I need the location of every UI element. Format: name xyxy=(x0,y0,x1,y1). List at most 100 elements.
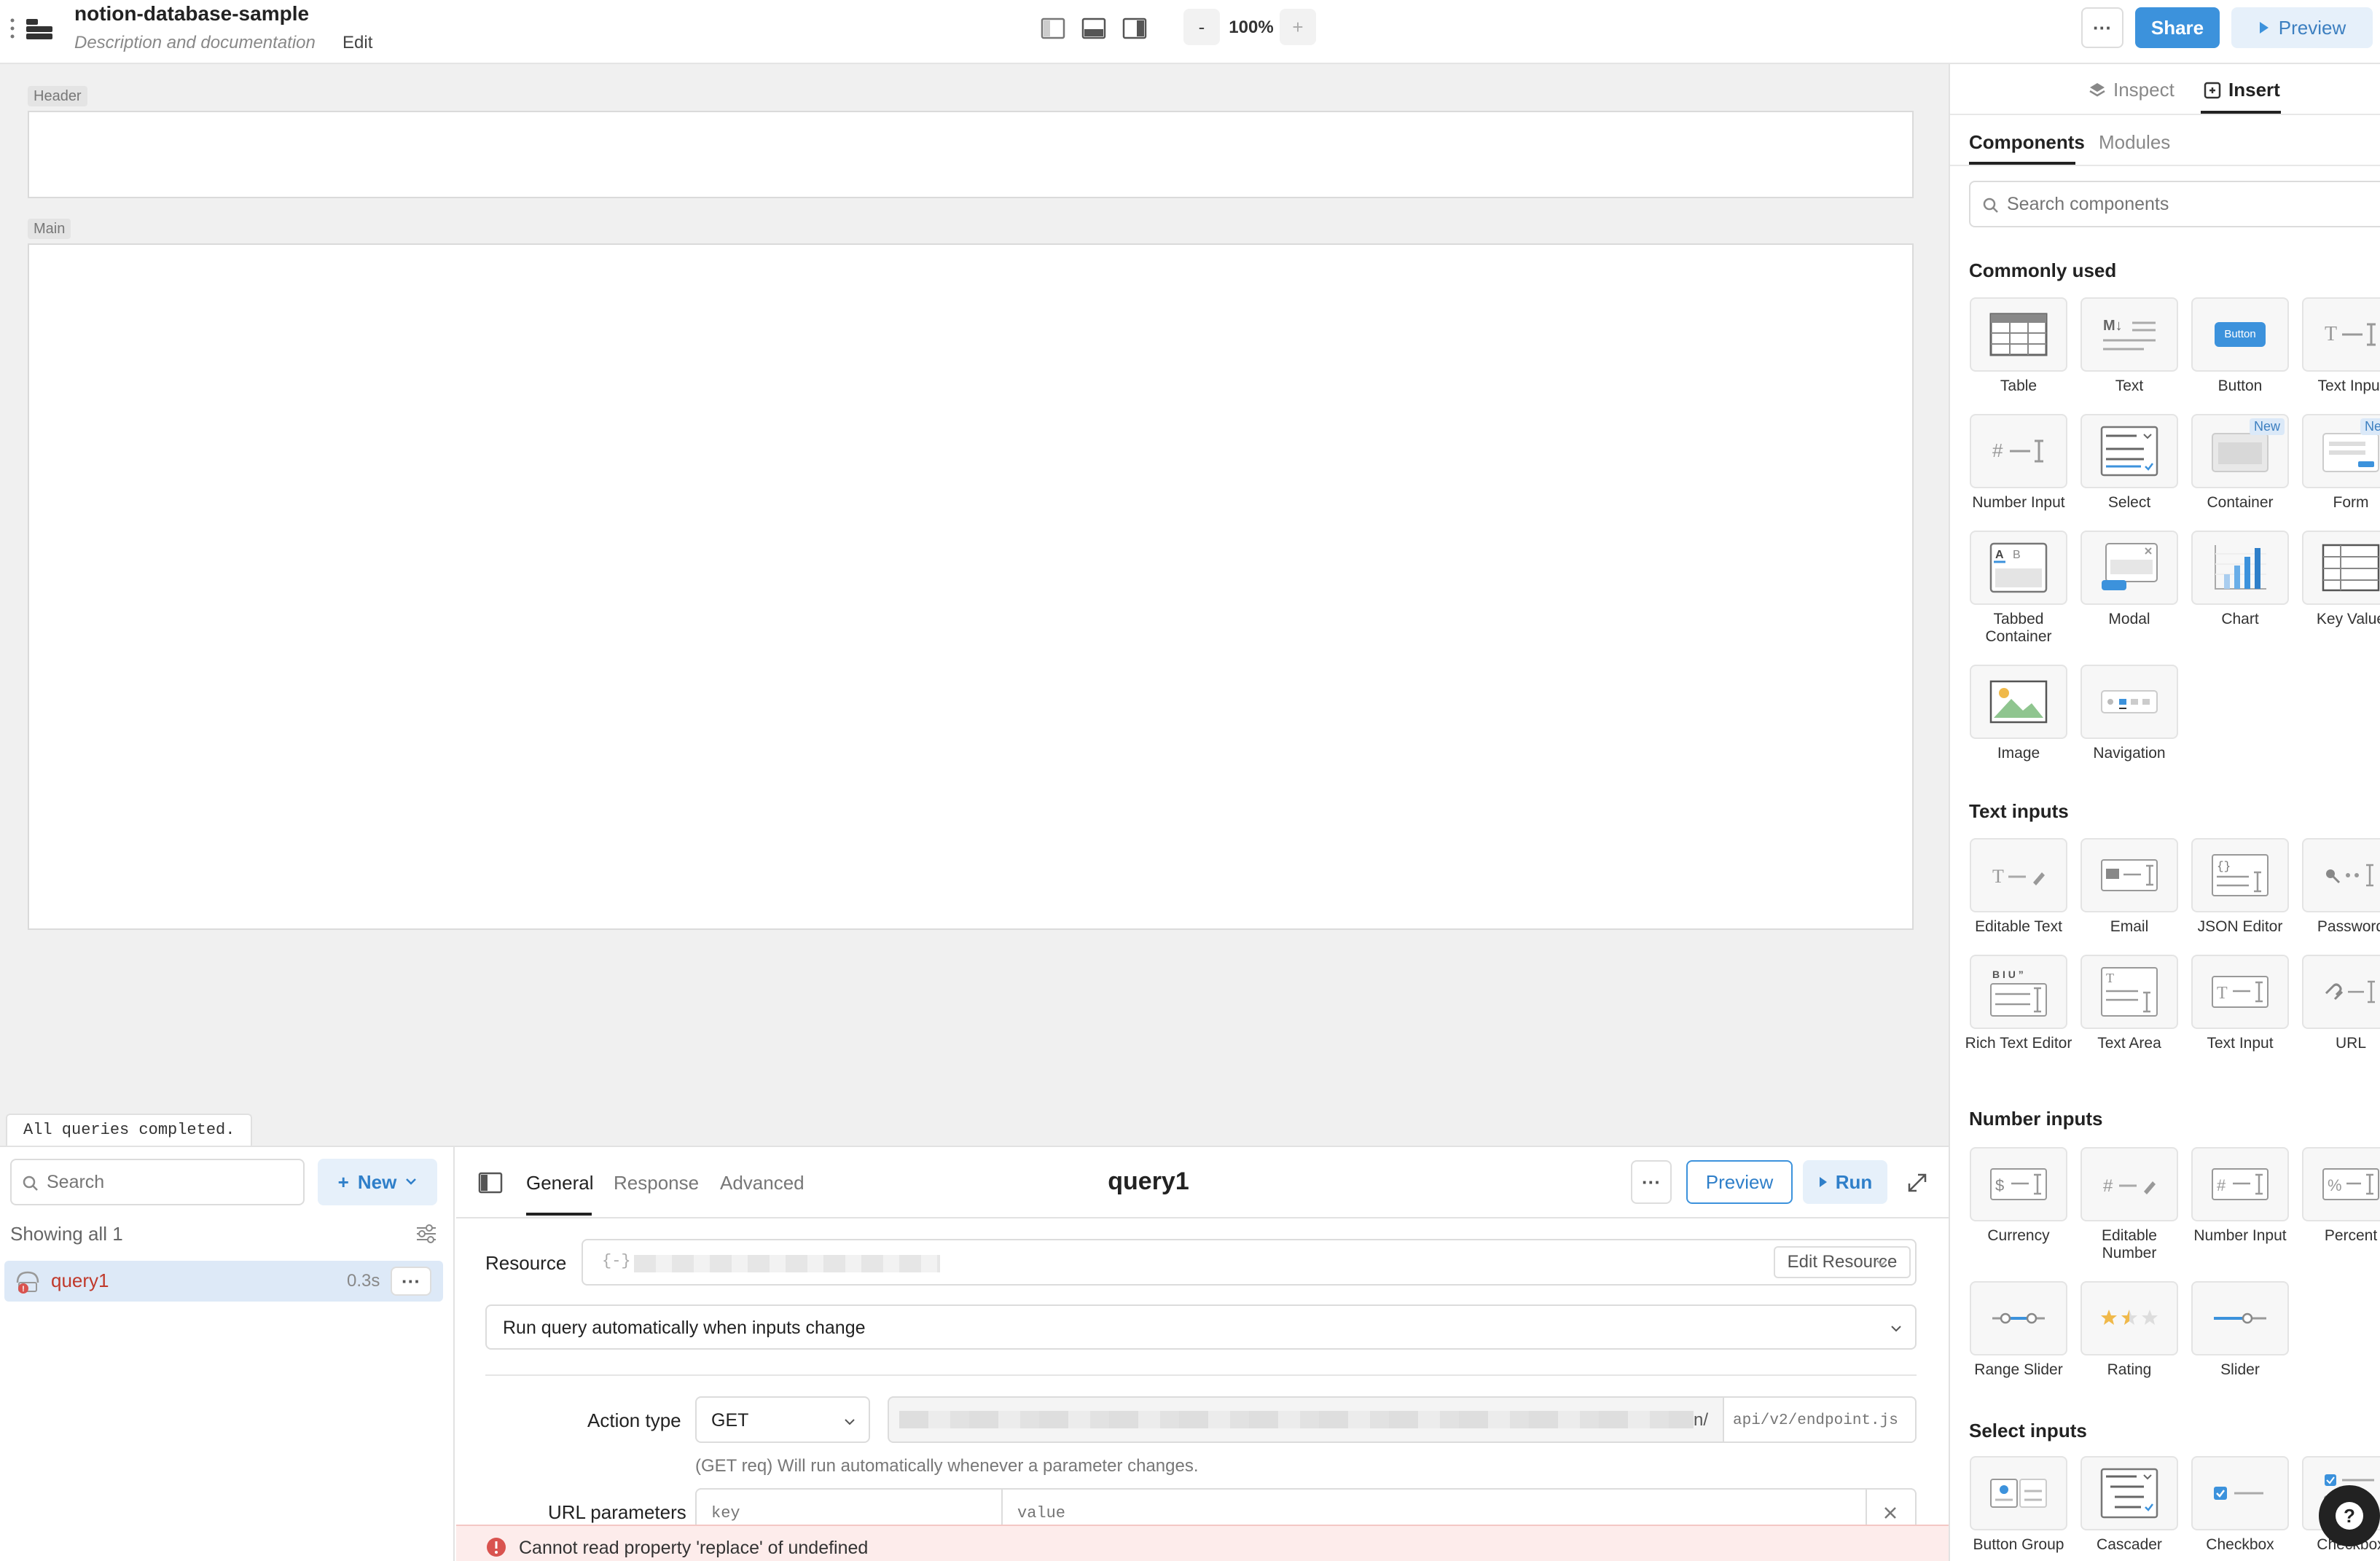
component-password[interactable]: Password xyxy=(2295,838,2380,936)
expand-icon[interactable] xyxy=(1906,1172,1928,1194)
preview-app-button[interactable]: Preview xyxy=(2231,7,2373,48)
tab-general[interactable]: General xyxy=(526,1172,594,1194)
component-button-group-label: Button Group xyxy=(1973,1536,2064,1553)
component-text-input[interactable]: T Text Input xyxy=(2295,297,2380,395)
edit-description-link[interactable]: Edit xyxy=(342,31,372,55)
svg-text:A: A xyxy=(1995,549,2004,561)
component-modal[interactable]: Modal xyxy=(2074,531,2185,628)
app-title[interactable]: notion-database-sample xyxy=(74,1,309,26)
component-tabbed-container[interactable]: AB Tabbed Container xyxy=(1963,531,2074,646)
component-key-value[interactable]: Key Value xyxy=(2295,531,2380,628)
http-method-value: GET xyxy=(711,1410,749,1431)
new-query-button[interactable]: + New xyxy=(318,1159,437,1205)
component-slider[interactable]: Slider xyxy=(2185,1281,2295,1379)
new-query-label: New xyxy=(357,1170,397,1193)
close-icon[interactable] xyxy=(1883,1506,1898,1520)
zoom-in-button[interactable]: + xyxy=(1280,9,1316,45)
base-url-field: n/ xyxy=(888,1396,1917,1443)
query-search-box[interactable] xyxy=(10,1159,305,1205)
share-button[interactable]: Share xyxy=(2135,7,2220,48)
query-preview-button[interactable]: Preview xyxy=(1686,1160,1793,1204)
component-range-slider[interactable]: Range Slider xyxy=(1963,1281,2074,1379)
tab-response[interactable]: Response xyxy=(614,1172,699,1194)
component-button-group[interactable]: Button Group xyxy=(1963,1456,2074,1554)
url-param-key-input[interactable] xyxy=(711,1503,988,1523)
component-rich-text-editor-label: Rich Text Editor xyxy=(1965,1035,2072,1052)
component-email[interactable]: Email xyxy=(2074,838,2185,936)
endpoint-path-field[interactable] xyxy=(1723,1398,1915,1441)
zoom-level: 100% xyxy=(1229,17,1274,37)
app-logo-icon[interactable] xyxy=(25,15,54,44)
drag-handle-icon[interactable] xyxy=(9,17,16,39)
component-image[interactable]: Image xyxy=(1963,665,2074,762)
more-options-button[interactable]: ··· xyxy=(2081,7,2123,48)
component-editable-text[interactable]: T Editable Text xyxy=(1963,838,2074,936)
component-json-editor[interactable]: {} JSON Editor xyxy=(2185,838,2295,936)
query-editor: General Response Advanced query1 ··· Pre… xyxy=(456,1147,1949,1561)
main-frame[interactable] xyxy=(28,243,1914,930)
component-text-input-2[interactable]: T Text Input xyxy=(2185,955,2295,1052)
toggle-bottom-panel-icon[interactable] xyxy=(1081,17,1106,39)
component-number-input[interactable]: # Number Input xyxy=(1963,414,2074,512)
component-cascader[interactable]: Cascader xyxy=(2074,1456,2185,1554)
currency-icon: $ xyxy=(1990,1168,2047,1200)
bar-chart-icon xyxy=(2215,545,2266,590)
tab-advanced[interactable]: Advanced xyxy=(720,1172,805,1194)
component-form[interactable]: New Form xyxy=(2295,414,2380,512)
password-icon xyxy=(2326,864,2373,887)
http-method-select[interactable]: GET xyxy=(695,1396,870,1443)
url-param-value-input[interactable] xyxy=(1017,1503,1819,1523)
component-container[interactable]: New Container xyxy=(2185,414,2295,512)
component-currency[interactable]: $ Currency xyxy=(1963,1147,2074,1245)
query-search-input[interactable] xyxy=(47,1169,294,1195)
component-table[interactable]: Table xyxy=(1963,297,2074,395)
subtab-components[interactable]: Components xyxy=(1969,131,2085,154)
run-query-button[interactable]: Run xyxy=(1803,1160,1887,1204)
component-percent-label: Percent xyxy=(2324,1227,2378,1244)
tab-general-underline xyxy=(526,1213,592,1216)
component-chart[interactable]: Chart xyxy=(2185,531,2295,628)
tab-inspect[interactable]: Inspect xyxy=(2089,79,2175,101)
component-json-editor-label: JSON Editor xyxy=(2197,918,2283,935)
header-frame[interactable] xyxy=(28,111,1914,198)
toggle-query-list-icon[interactable] xyxy=(478,1172,503,1194)
component-checkbox[interactable]: Checkbox xyxy=(2185,1456,2295,1554)
component-search-input[interactable] xyxy=(2007,191,2371,217)
component-search-box[interactable] xyxy=(1969,181,2380,227)
component-text-area[interactable]: T Text Area xyxy=(2074,955,2185,1052)
zoom-out-button[interactable]: - xyxy=(1183,9,1220,45)
query-more-button[interactable]: ··· xyxy=(1631,1160,1672,1204)
endpoint-path-input[interactable] xyxy=(1733,1409,1912,1431)
toggle-left-panel-icon[interactable] xyxy=(1041,17,1065,39)
image-icon xyxy=(1989,680,2048,724)
component-select[interactable]: Select xyxy=(2074,414,2185,512)
component-currency-label: Currency xyxy=(1987,1227,2050,1244)
component-rich-text-editor[interactable]: B I U ” Rich Text Editor xyxy=(1963,955,2074,1052)
query-list-item[interactable]: ! query1 0.3s ··· xyxy=(4,1261,443,1302)
component-number-input-2[interactable]: # Number Input xyxy=(2185,1147,2295,1245)
filter-settings-icon[interactable] xyxy=(415,1223,437,1245)
play-icon xyxy=(1819,1177,1827,1187)
subtab-modules[interactable]: Modules xyxy=(2099,131,2170,154)
json-editor-icon: {} xyxy=(2212,854,2269,896)
query-name-title[interactable]: query1 xyxy=(1039,1167,1258,1196)
trigger-mode-select[interactable]: Run query automatically when inputs chan… xyxy=(485,1304,1917,1350)
component-editable-number[interactable]: # Editable Number xyxy=(2074,1147,2185,1262)
resource-select[interactable]: {-} Edit Resource xyxy=(582,1239,1917,1286)
toggle-right-panel-icon[interactable] xyxy=(1122,17,1147,39)
edit-resource-button[interactable]: Edit Resource xyxy=(1774,1246,1911,1278)
component-text[interactable]: M↓ Text xyxy=(2074,297,2185,395)
query-item-more-button[interactable]: ··· xyxy=(391,1267,431,1296)
help-button[interactable]: ? xyxy=(2319,1485,2380,1546)
url-parameters-label: URL parameters xyxy=(548,1501,686,1523)
component-rating[interactable]: Rating xyxy=(2074,1281,2185,1379)
component-button[interactable]: Button Button xyxy=(2185,297,2295,395)
svg-text:M↓: M↓ xyxy=(2103,318,2123,334)
app-description: Description and documentation xyxy=(74,33,316,52)
component-percent[interactable]: % Percent xyxy=(2295,1147,2380,1245)
tab-insert[interactable]: Insert xyxy=(2204,79,2280,101)
svg-text:$: $ xyxy=(1995,1176,2004,1194)
component-navigation[interactable]: Navigation xyxy=(2074,665,2185,762)
component-url[interactable]: URL xyxy=(2295,955,2380,1052)
query-item-time: 0.3s xyxy=(347,1271,380,1291)
